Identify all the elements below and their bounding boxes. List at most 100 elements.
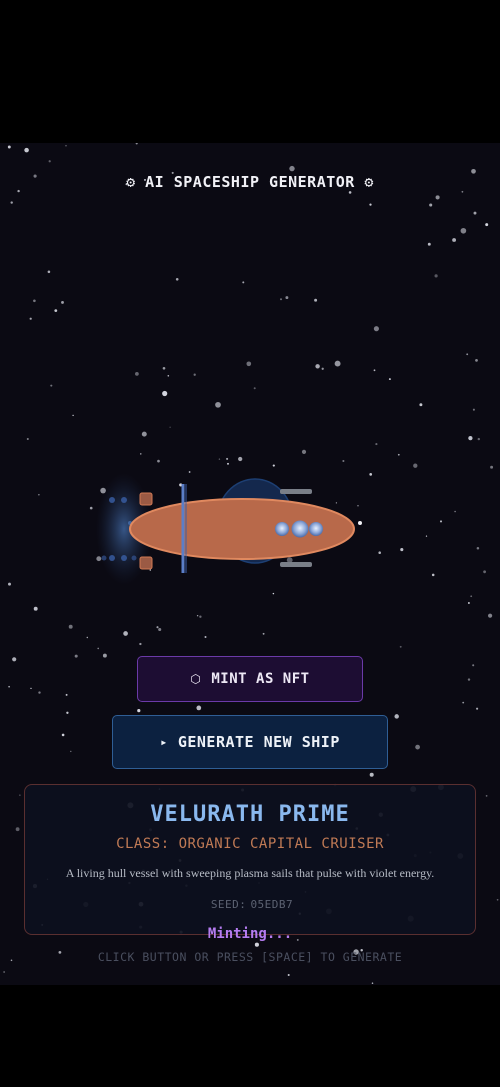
star: [253, 387, 256, 390]
star: [29, 317, 32, 320]
star: [388, 378, 391, 381]
star: [61, 300, 64, 304]
star: [472, 408, 475, 411]
star: [431, 573, 435, 577]
star: [413, 463, 418, 468]
star: [3, 971, 5, 973]
minting-status: Minting...: [207, 926, 293, 942]
generator-viewport: ⚙ AI SPACESHIP GENERATOR ⚙ ⬡ MINT AS NFT…: [0, 143, 500, 985]
star: [348, 191, 352, 194]
star: [97, 647, 99, 650]
star: [461, 190, 464, 193]
star: [50, 384, 53, 387]
star: [483, 570, 486, 574]
star: [429, 203, 433, 207]
star: [369, 772, 374, 777]
star: [315, 364, 320, 369]
star: [54, 309, 58, 312]
star: [285, 296, 289, 300]
star: [371, 982, 374, 984]
star: [462, 701, 465, 704]
app-title: ⚙ AI SPACESHIP GENERATOR ⚙: [126, 173, 374, 191]
ship-class: CLASS: ORGANIC CAPITAL CRUISER: [116, 836, 384, 852]
star: [169, 426, 171, 428]
star: [74, 654, 78, 658]
mint-nft-button[interactable]: ⬡ MINT AS NFT: [137, 656, 363, 702]
star: [394, 714, 399, 719]
star: [415, 744, 420, 750]
star: [137, 709, 141, 713]
star: [470, 595, 473, 598]
star: [242, 281, 245, 284]
star: [287, 973, 290, 977]
star: [496, 898, 499, 901]
star: [26, 437, 29, 441]
generate-ship-button[interactable]: ▸ GENERATE NEW SHIP: [112, 715, 388, 769]
star: [156, 626, 159, 629]
play-icon: ▸: [160, 735, 168, 749]
star: [72, 414, 74, 417]
star: [193, 373, 196, 376]
star: [65, 693, 68, 696]
star: [238, 456, 243, 462]
star: [30, 687, 32, 690]
star: [485, 795, 488, 797]
star: [334, 360, 341, 367]
star: [397, 453, 400, 456]
star: [38, 691, 41, 694]
star: [373, 369, 376, 372]
star: [24, 147, 29, 153]
star: [8, 685, 10, 688]
star: [12, 657, 17, 662]
star: [218, 458, 221, 460]
star: [488, 613, 493, 618]
star: [342, 459, 345, 463]
star: [272, 592, 275, 595]
star: [485, 223, 489, 227]
star: [33, 299, 36, 303]
spaceship-render: [90, 463, 370, 593]
star: [280, 298, 282, 301]
generate-ship-label: GENERATE NEW SHIP: [177, 733, 340, 751]
star: [473, 211, 477, 215]
star: [141, 431, 147, 437]
star: [15, 827, 20, 832]
ship-name: VELURATH PRIME: [150, 802, 350, 827]
star: [476, 547, 480, 550]
star: [476, 707, 479, 710]
mint-nft-label: MINT AS NFT: [211, 671, 310, 687]
star: [7, 145, 11, 149]
star: [139, 642, 142, 646]
star: [167, 375, 170, 377]
ship-info-card: VELURATH PRIME CLASS: ORGANIC CAPITAL CR…: [24, 784, 476, 935]
star: [199, 615, 202, 618]
ship-windows: [275, 520, 323, 538]
star: [48, 160, 51, 163]
star: [369, 203, 372, 206]
star: [196, 705, 202, 711]
star: [314, 298, 318, 302]
star: [68, 624, 73, 629]
keyboard-hint: CLICK BUTTON OR PRESS [SPACE] TO GENERAT…: [97, 950, 403, 964]
star: [289, 165, 295, 172]
hexagon-icon: ⬡: [190, 672, 202, 686]
star: [226, 457, 229, 460]
star: [434, 274, 438, 278]
star: [475, 359, 478, 362]
star: [66, 711, 69, 714]
star: [140, 453, 142, 455]
star: [460, 227, 467, 234]
star: [65, 145, 67, 147]
star: [468, 435, 473, 441]
star: [246, 361, 252, 367]
star: [204, 636, 207, 638]
star: [102, 653, 107, 658]
star: [215, 401, 221, 408]
star: [38, 494, 40, 496]
star: [254, 942, 259, 947]
star: [70, 750, 72, 753]
star: [162, 366, 166, 370]
star: [373, 326, 379, 332]
star: [123, 631, 128, 636]
star: [400, 548, 404, 552]
